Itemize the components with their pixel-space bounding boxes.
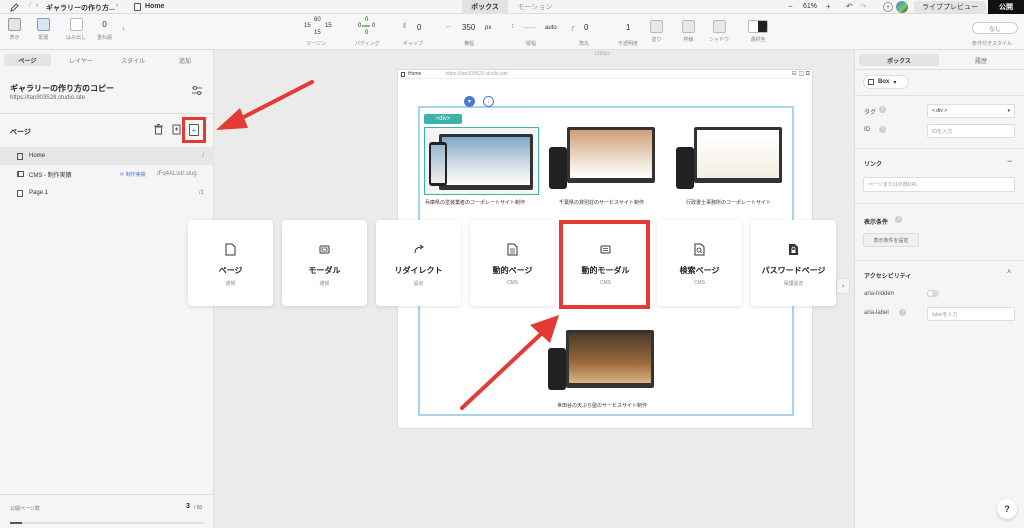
annotation-arrow xyxy=(460,315,559,410)
annotation-arrows xyxy=(216,80,559,410)
annotation-arrow xyxy=(216,80,314,130)
